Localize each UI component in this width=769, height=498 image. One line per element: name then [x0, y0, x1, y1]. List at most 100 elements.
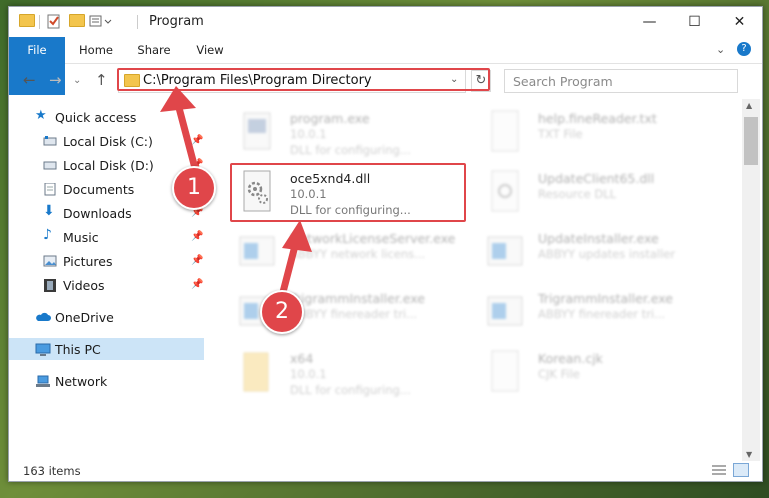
pin-icon[interactable]: 📌 [191, 135, 203, 146]
pin-icon[interactable]: 📌 [191, 231, 203, 242]
dll-gear-icon [486, 169, 524, 215]
sidebar-item-music[interactable]: ♪ Music 📌 [9, 226, 204, 248]
item-count: 163 items [23, 464, 81, 478]
up-arrow-icon[interactable]: ↑ [95, 71, 108, 89]
sidebar-item-label: Documents [63, 182, 135, 197]
minimize-button[interactable]: — [627, 7, 672, 37]
cloud-icon [35, 311, 51, 323]
exe-window-icon [486, 229, 524, 275]
file-item[interactable]: UpdateClient65.dll Resource DLL [482, 165, 722, 223]
forward-arrow-icon[interactable]: → [49, 71, 62, 89]
sidebar-item-this-pc[interactable]: This PC [9, 338, 204, 360]
documents-icon [43, 182, 57, 196]
help-icon[interactable]: ? [737, 42, 751, 56]
file-name: UpdateInstaller.exe [538, 231, 659, 246]
sidebar-item-videos[interactable]: Videos 📌 [9, 274, 204, 296]
monitor-icon [35, 343, 51, 356]
divider [137, 15, 138, 29]
file-name: NetworkLicenseServer.exe [290, 231, 456, 246]
properties-icon[interactable] [47, 14, 61, 30]
tab-view[interactable]: View [187, 37, 233, 63]
tab-share[interactable]: Share [129, 37, 179, 63]
title-bar: Program — ☐ ✕ [9, 7, 762, 37]
file-description: ABBYY finereader tri... [290, 307, 418, 321]
folder-icon [19, 14, 35, 30]
pin-icon[interactable]: 📌 [191, 279, 203, 290]
sidebar-item-label: Network [55, 374, 108, 389]
tab-home[interactable]: Home [71, 37, 121, 63]
exe-window-icon [238, 229, 276, 275]
file-type: TXT File [538, 127, 583, 141]
sidebar-item-downloads[interactable]: ⬇ Downloads 📌 [9, 202, 204, 224]
search-box[interactable]: Search Program [504, 69, 738, 93]
recent-locations-icon[interactable]: ⌄ [73, 75, 81, 86]
drive-icon [43, 135, 57, 147]
file-item[interactable]: program.exe 10.0.1 DLL for configuring..… [234, 105, 474, 163]
file-item[interactable]: NetworkLicenseServer.exe ABBYY network l… [234, 225, 474, 283]
music-note-icon: ♪ [43, 227, 52, 243]
file-type: CJK File [538, 367, 580, 381]
file-version: 10.0.1 [290, 367, 327, 381]
back-arrow-icon[interactable]: ← [23, 71, 36, 89]
sidebar-item-pictures[interactable]: Pictures 📌 [9, 250, 204, 272]
new-folder-icon[interactable] [69, 14, 85, 30]
sidebar-item-label: This PC [55, 342, 101, 357]
sidebar-item-local-disk-d[interactable]: Local Disk (D:) 📌 [9, 154, 204, 176]
scrollbar-thumb[interactable] [744, 117, 758, 165]
file-item[interactable]: Korean.cjk CJK File [482, 345, 722, 403]
file-description: ABBYY updates installer [538, 247, 676, 261]
file-item[interactable]: TrigrammInstaller.exe ABBYY finereader t… [482, 285, 722, 343]
file-name: help.fineReader.txt [538, 111, 657, 126]
scroll-up-icon[interactable]: ▲ [746, 101, 752, 110]
folder-icon [238, 349, 276, 395]
file-type: Resource DLL [538, 187, 617, 201]
exe-window-icon [486, 289, 524, 335]
sidebar-item-network[interactable]: Network [9, 370, 204, 392]
large-icons-view-icon[interactable] [733, 463, 749, 477]
sidebar-item-label: Pictures [63, 254, 113, 269]
file-item[interactable]: UpdateInstaller.exe ABBYY updates instal… [482, 225, 722, 283]
pictures-icon [43, 255, 57, 267]
sidebar-item-label: Downloads [63, 206, 132, 221]
sidebar-item-label: OneDrive [55, 310, 114, 325]
navigation-bar: ← → ⌄ ↑ C:\Program Files\Program Directo… [9, 64, 762, 96]
search-placeholder: Search Program [513, 74, 613, 89]
file-name: x64 [290, 351, 314, 366]
step-1-badge: 1 [172, 166, 216, 210]
file-list: program.exe 10.0.1 DLL for configuring..… [214, 99, 742, 461]
window-title: Program [149, 14, 204, 29]
divider [39, 15, 40, 29]
sidebar-item-label: Local Disk (C:) [63, 134, 153, 149]
file-name: program.exe [290, 111, 370, 126]
expand-ribbon-icon[interactable]: ⌄ [716, 43, 725, 56]
file-name: UpdateClient65.dll [538, 171, 655, 186]
pin-icon[interactable]: 📌 [191, 255, 203, 266]
sidebar-item-label: Music [63, 230, 99, 245]
file-description: ABBYY finereader tri... [538, 307, 666, 321]
scroll-down-icon[interactable]: ▼ [746, 450, 752, 459]
file-description: DLL for configuring... [290, 143, 411, 157]
close-button[interactable]: ✕ [717, 7, 762, 37]
text-file-icon [486, 109, 524, 155]
status-bar: 163 items [9, 461, 762, 481]
file-item[interactable]: help.fineReader.txt TXT File [482, 105, 722, 163]
sidebar-item-label: Videos [63, 278, 105, 293]
drive-icon [43, 159, 57, 171]
file-item[interactable]: x64 10.0.1 DLL for configuring... [234, 345, 474, 403]
download-arrow-icon: ⬇ [43, 203, 55, 219]
star-icon: ★ [35, 108, 47, 123]
customize-toolbar-icon[interactable] [89, 14, 115, 30]
file-description: ABBYY network licens... [290, 247, 426, 261]
maximize-button[interactable]: ☐ [672, 7, 717, 37]
explorer-window: Program — ☐ ✕ File Home Share View ⌄ ? ←… [8, 6, 763, 482]
sidebar-item-local-disk-c[interactable]: Local Disk (C:) 📌 [9, 130, 204, 152]
sidebar-item-quick-access[interactable]: ★ Quick access [9, 106, 204, 128]
vertical-scrollbar[interactable]: ▲ ▼ [742, 99, 760, 461]
file-name: TrigrammInstaller.exe [538, 291, 673, 306]
sidebar-item-onedrive[interactable]: OneDrive [9, 306, 204, 328]
blank-file-icon [486, 349, 524, 395]
details-view-icon[interactable] [712, 464, 726, 479]
file-name: Korean.cjk [538, 351, 603, 366]
file-name: TrigrammInstaller.exe [290, 291, 425, 306]
exe-file-icon [238, 109, 276, 155]
